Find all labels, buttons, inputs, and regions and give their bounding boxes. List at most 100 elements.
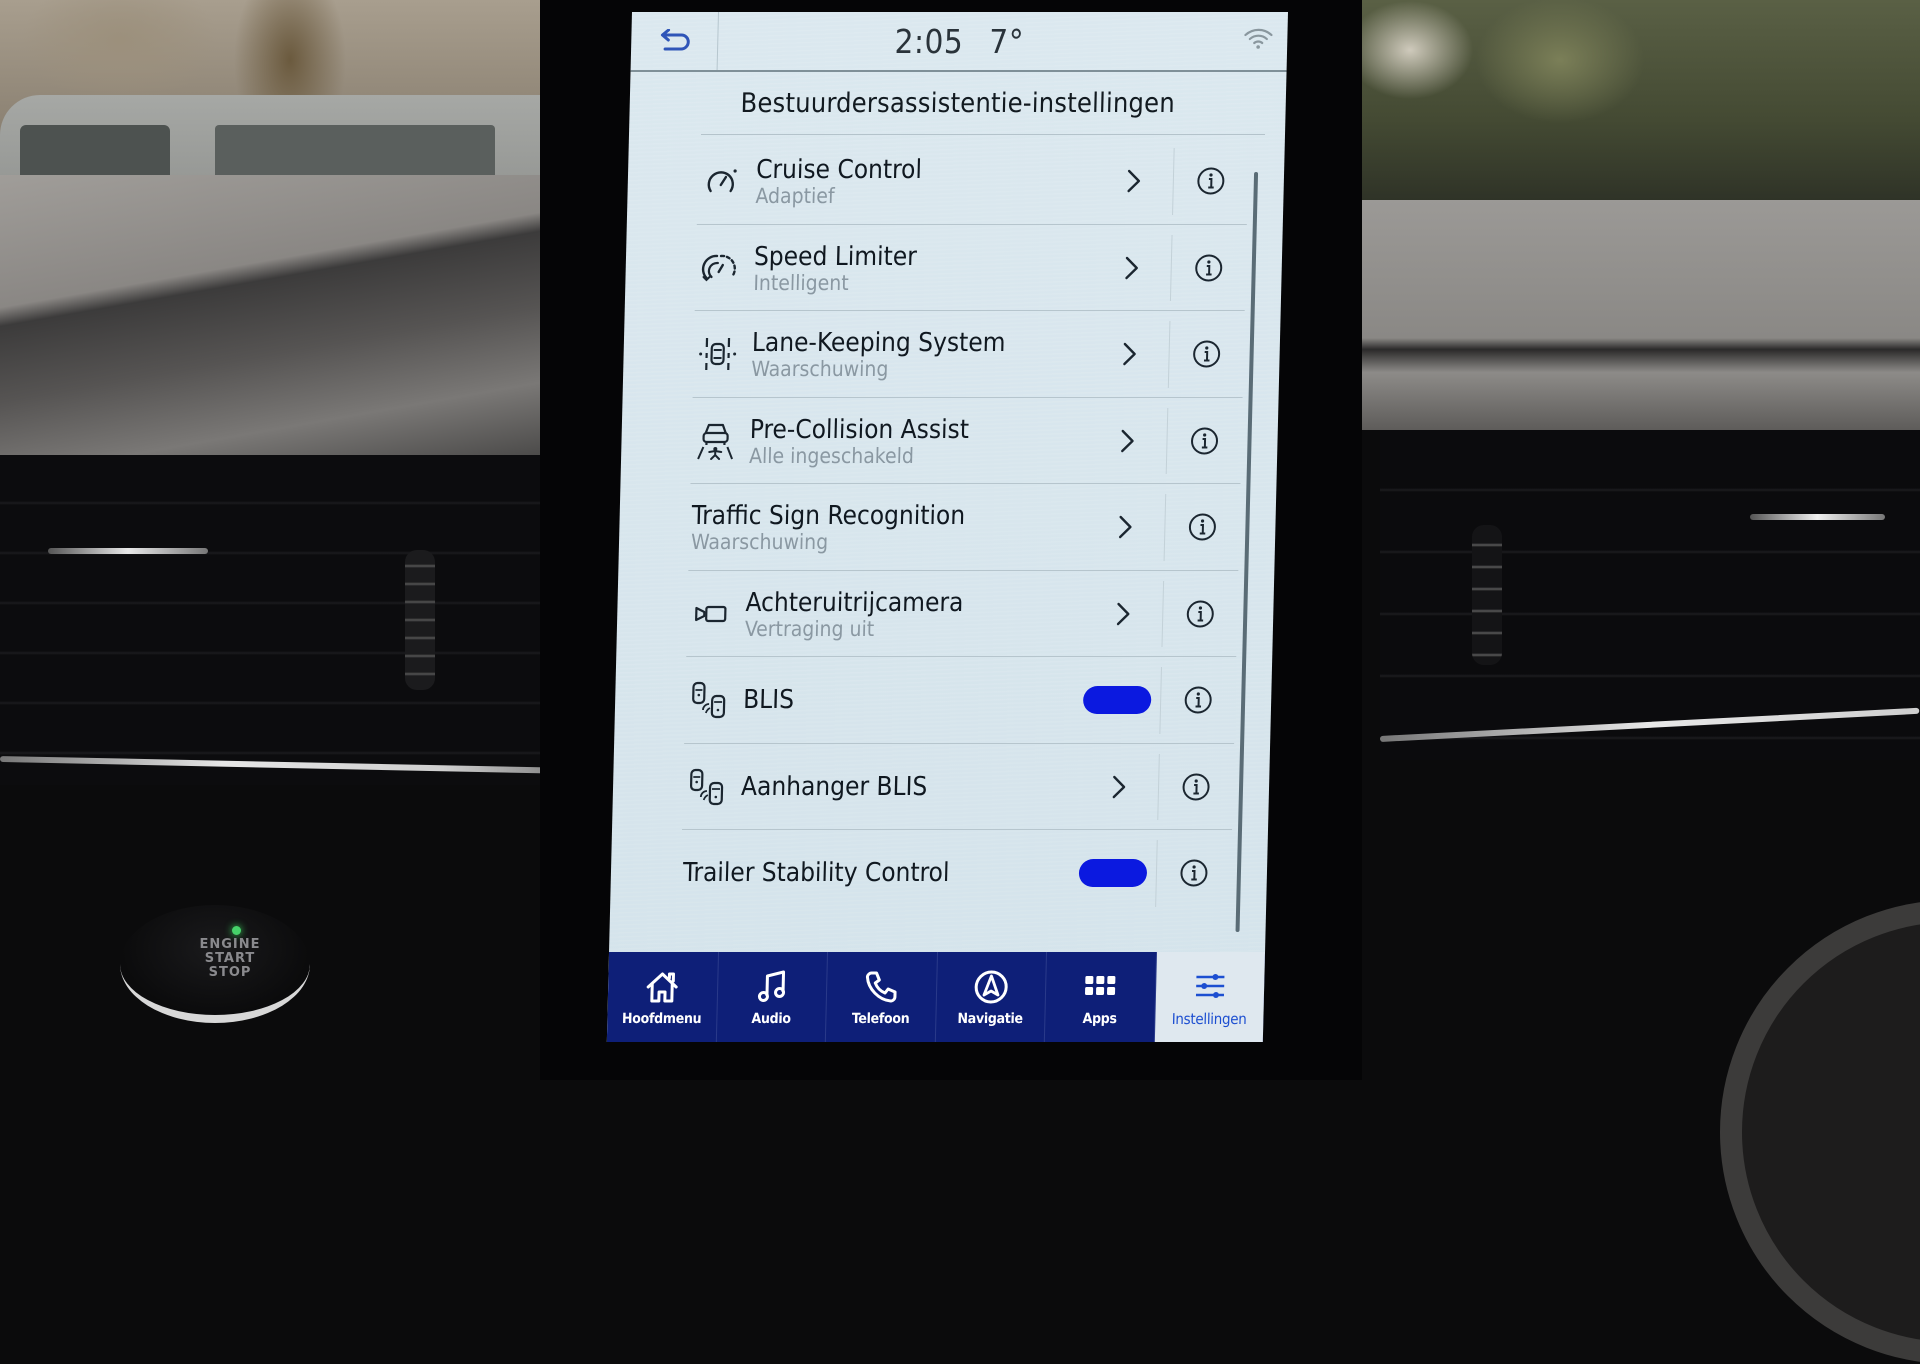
wifi-icon [1243,26,1274,50]
row-main[interactable]: BLIS [686,657,1136,744]
clock: 2:05 [894,22,964,61]
row-main[interactable]: Cruise Control Adaptief [699,138,1149,225]
row-main[interactable]: Speed Limiter Intelligent [697,225,1147,312]
background-window-right [1360,0,1920,200]
setting-value: Alle ingeschakeld [749,445,969,467]
nav-label: Hoofdmenu [622,1011,702,1027]
setting-label: Speed Limiter [754,242,918,272]
setting-row-trailer-stability-control[interactable]: Trailer Stability Control [610,830,1268,917]
row-main[interactable]: Traffic Sign Recognition Waarschuwing [690,484,1140,571]
home-icon [642,967,683,1007]
nav-label: Navigatie [957,1011,1023,1027]
divider [1168,321,1171,388]
setting-label: Lane-Keeping System [752,328,1006,358]
divider [1161,581,1164,648]
divider [1166,408,1169,475]
setting-label: Cruise Control [756,155,923,185]
status-center: 2:05 7° [631,22,1288,61]
steering-wheel [1720,900,1920,1364]
music-note-icon [751,967,792,1007]
navigation-icon [970,967,1011,1007]
info-icon[interactable] [1189,426,1220,456]
chevron-right-icon[interactable] [1119,339,1140,369]
setting-value: Intelligent [753,272,916,294]
info-icon[interactable] [1187,512,1218,542]
row-main[interactable]: Trailer Stability Control [682,830,1132,917]
outside-temperature: 7° [989,22,1025,61]
setting-value: Adaptief [755,185,921,207]
row-main[interactable]: Achteruitrijcamera Vertraging uit [688,571,1138,658]
nav-label: Audio [751,1011,791,1027]
chevron-right-icon[interactable] [1113,599,1134,629]
dashboard-left [0,175,560,455]
vent-wheel [1472,525,1502,665]
air-vent-left [0,455,560,785]
chevron-right-icon[interactable] [1115,512,1136,542]
nav-apps[interactable]: Apps [1045,952,1157,1042]
setting-row-blis[interactable]: BLIS [614,657,1272,744]
air-vent-right [1380,430,1920,760]
trailer-stability-toggle[interactable] [1079,859,1148,887]
setting-value: Waarschuwing [751,358,1005,380]
speed-limiter-icon [697,246,742,290]
setting-label: Trailer Stability Control [683,858,950,888]
divider [1155,840,1158,907]
vent-wheel [405,550,435,690]
infotainment-screen: 2:05 7° Bestuurdersassistentie-instellin… [607,12,1288,1042]
setting-value: Vertraging uit [745,618,963,640]
setting-value: Waarschuwing [691,531,965,553]
row-main[interactable]: Pre-Collision Assist Alle ingeschakeld [692,398,1142,485]
bottom-nav: Hoofdmenu Audio Telefoon Navigatie [607,952,1265,1042]
info-icon[interactable] [1195,166,1226,196]
setting-label: Achteruitrijcamera [745,588,964,618]
info-icon[interactable] [1181,772,1212,802]
divider [1157,754,1160,821]
rear-camera-icon [689,592,734,636]
chevron-right-icon[interactable] [1123,166,1144,196]
status-bar: 2:05 7° [631,12,1288,72]
info-icon[interactable] [1179,858,1210,888]
setting-row-lane-keeping[interactable]: Lane-Keeping System Waarschuwing [623,311,1281,398]
engine-button-label: ENGINE START STOP [170,938,290,980]
chevron-right-icon[interactable] [1109,772,1130,802]
setting-row-speed-limiter[interactable]: Speed Limiter Intelligent [625,225,1283,312]
info-icon[interactable] [1185,599,1216,629]
setting-label: Traffic Sign Recognition [691,501,965,531]
divider [1164,494,1167,561]
setting-row-trailer-blis[interactable]: Aanhanger BLIS [612,744,1270,831]
settings-list: Cruise Control Adaptief [610,138,1285,917]
setting-row-traffic-sign-recognition[interactable]: Traffic Sign Recognition Waarschuwing [618,484,1276,571]
cruise-control-icon [699,159,744,203]
chevron-right-icon[interactable] [1121,253,1142,283]
divider [1170,235,1173,302]
info-icon[interactable] [1193,253,1224,283]
row-main[interactable]: Lane-Keeping System Waarschuwing [695,311,1145,398]
blis-toggle[interactable] [1083,686,1152,714]
phone-icon [861,967,902,1007]
nav-audio[interactable]: Audio [716,952,828,1042]
setting-row-pre-collision[interactable]: Pre-Collision Assist Alle ingeschakeld [620,398,1278,485]
apps-grid-icon [1080,967,1121,1007]
blis-icon [687,678,732,722]
nav-settings[interactable]: Instellingen [1154,952,1265,1042]
pre-collision-icon [693,419,738,463]
engine-text-line: START [170,952,290,966]
divider [1159,667,1162,734]
divider [1172,148,1175,215]
info-icon[interactable] [1191,339,1222,369]
settings-sliders-icon [1189,966,1230,1006]
nav-navigation[interactable]: Navigatie [935,952,1047,1042]
nav-label: Instellingen [1172,1010,1247,1028]
divider [701,134,1265,135]
setting-row-cruise-control[interactable]: Cruise Control Adaptief [627,138,1285,225]
chevron-right-icon[interactable] [1117,426,1138,456]
page-title: Bestuurdersassistentie-instellingen [629,88,1286,119]
nav-home[interactable]: Hoofdmenu [607,952,719,1042]
info-icon[interactable] [1183,685,1214,715]
setting-row-rear-camera[interactable]: Achteruitrijcamera Vertraging uit [616,571,1274,658]
engine-led-icon [232,926,241,935]
nav-phone[interactable]: Telefoon [826,952,938,1042]
chrome-trim [1750,514,1885,520]
row-main[interactable]: Aanhanger BLIS [684,744,1134,831]
engine-text-line: ENGINE [170,938,290,952]
